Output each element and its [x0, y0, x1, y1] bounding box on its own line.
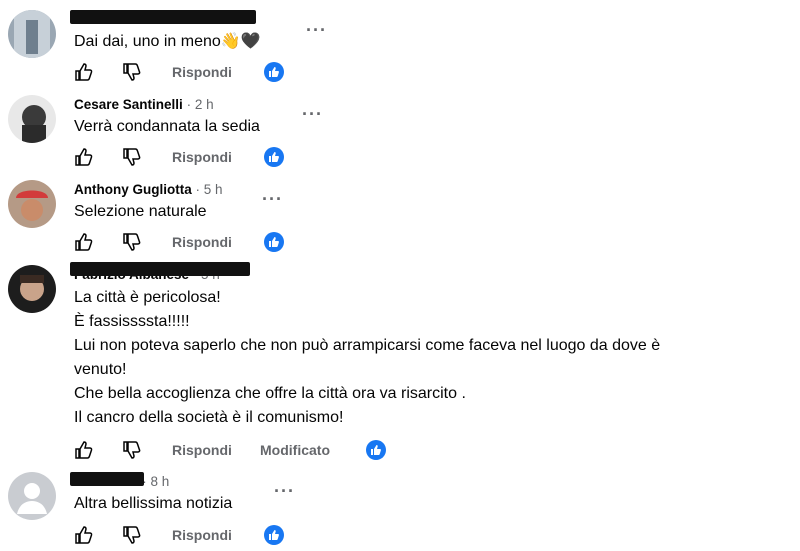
- modified-label[interactable]: Modificato: [260, 442, 330, 458]
- avatar[interactable]: [8, 265, 56, 313]
- comment-time[interactable]: · 2 h: [187, 97, 214, 112]
- dislike-icon[interactable]: [122, 232, 142, 252]
- comment-text: Verrà condannata la sedia: [74, 118, 260, 135]
- more-options-icon[interactable]: ···: [302, 104, 323, 125]
- reply-button[interactable]: Rispondi: [172, 527, 232, 543]
- like-icon[interactable]: [74, 62, 94, 82]
- reply-button[interactable]: Rispondi: [172, 234, 232, 250]
- redaction-bar: [70, 472, 144, 486]
- comment-text: Altra bellissima notizia: [74, 495, 233, 512]
- comment-text-line-4: venuto!: [74, 361, 127, 378]
- like-reaction-icon: [366, 440, 386, 460]
- dislike-icon[interactable]: [122, 62, 142, 82]
- comment-text: Dai dai, uno in meno👋🖤: [74, 33, 261, 50]
- redaction-bar: [70, 262, 250, 276]
- reply-button[interactable]: Rispondi: [172, 64, 232, 80]
- more-options-icon[interactable]: ···: [262, 189, 283, 210]
- redaction-bar: [70, 10, 256, 24]
- like-reaction-icon: [264, 147, 284, 167]
- comment-text-line-1: La città è pericolosa!: [74, 289, 221, 306]
- like-reaction-icon: [264, 62, 284, 82]
- comment-text-line-2: È fassissssta!!!!!: [74, 313, 190, 330]
- dislike-icon[interactable]: [122, 440, 142, 460]
- more-options-icon[interactable]: ···: [274, 481, 295, 502]
- like-icon[interactable]: [74, 440, 94, 460]
- avatar[interactable]: [8, 95, 56, 143]
- author-name[interactable]: Cesare Santinelli: [74, 97, 183, 112]
- avatar[interactable]: [8, 10, 56, 58]
- dislike-icon[interactable]: [122, 525, 142, 545]
- like-icon[interactable]: [74, 232, 94, 252]
- comment-text-line-3: Lui non poteva saperlo che non può arram…: [74, 337, 661, 354]
- like-reaction-icon: [264, 525, 284, 545]
- author-name[interactable]: Anthony Gugliotta: [74, 182, 192, 197]
- dislike-icon[interactable]: [122, 147, 142, 167]
- like-icon[interactable]: [74, 147, 94, 167]
- comment-text-line-6: Il cancro della società è il comunismo!: [74, 409, 344, 426]
- like-icon[interactable]: [74, 525, 94, 545]
- reply-button[interactable]: Rispondi: [172, 442, 232, 458]
- comment-text: Selezione naturale: [74, 203, 207, 220]
- more-options-icon[interactable]: ···: [306, 20, 327, 41]
- comment-author[interactable]: Cesare Santinelli · 2 h: [74, 97, 214, 112]
- reply-button[interactable]: Rispondi: [172, 149, 232, 165]
- comment-time[interactable]: · 8 h: [142, 474, 169, 489]
- comment-text-line-5: Che bella accoglienza che offre la città…: [74, 385, 466, 402]
- avatar[interactable]: [8, 180, 56, 228]
- comment-author[interactable]: Anthony Gugliotta · 5 h: [74, 182, 223, 197]
- comment-time[interactable]: · 5 h: [196, 182, 223, 197]
- avatar[interactable]: [8, 472, 56, 520]
- like-reaction-icon: [264, 232, 284, 252]
